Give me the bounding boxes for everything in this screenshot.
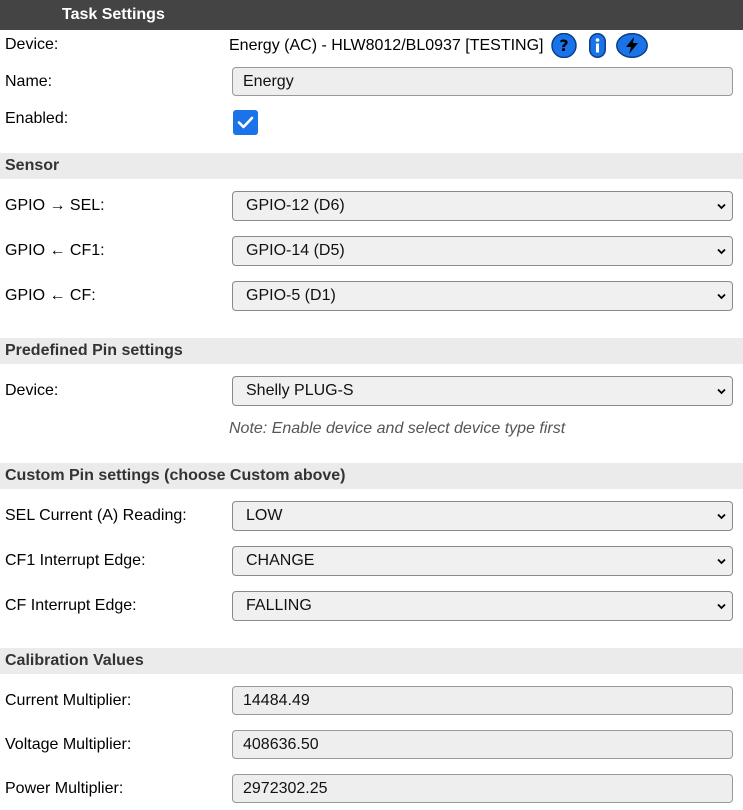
gpio-cf1-value: GPIO-14 (D5) [246, 242, 345, 259]
cf-edge-value: FALLING [246, 597, 312, 614]
cf1-edge-select[interactable]: CHANGE [232, 546, 733, 576]
calibration-section-header: Calibration Values [0, 648, 743, 674]
device-label: Device: [5, 36, 59, 53]
voltage-multiplier-label: Voltage Multiplier: [5, 736, 132, 753]
power-multiplier-label: Power Multiplier: [5, 780, 124, 797]
power-multiplier-input[interactable]: 2972302.25 [232, 774, 733, 803]
cf1-edge-label: CF1 Interrupt Edge: [5, 552, 146, 569]
header-title: Task Settings [62, 6, 165, 23]
enabled-checkbox[interactable] [233, 110, 258, 135]
gpio-sel-label: GPIO → SEL: [5, 197, 105, 214]
chevron-down-icon [717, 293, 726, 300]
predefined-section-header: Predefined Pin settings [0, 338, 743, 364]
predefined-device-label: Device: [5, 382, 59, 399]
gpio-cf-value: GPIO-5 (D1) [246, 287, 336, 304]
help-icon[interactable]: ? [551, 32, 577, 63]
sel-current-select[interactable]: LOW [232, 501, 733, 531]
gpio-cf1-label: GPIO ← CF1: [5, 242, 105, 259]
name-input[interactable]: Energy [232, 67, 733, 96]
chevron-down-icon [717, 513, 726, 520]
gpio-sel-value: GPIO-12 (D6) [246, 197, 345, 214]
chevron-down-icon [717, 558, 726, 565]
gpio-cf-label: GPIO ← CF: [5, 287, 96, 304]
gpio-cf1-select[interactable]: GPIO-14 (D5) [232, 236, 733, 266]
svg-text:?: ? [559, 36, 568, 55]
device-type-value: Energy (AC) - HLW8012/BL0937 [TESTING] [229, 37, 544, 54]
voltage-multiplier-input[interactable]: 408636.50 [232, 730, 733, 759]
lightning-icon[interactable] [616, 32, 648, 63]
sel-current-label: SEL Current (A) Reading: [5, 507, 187, 524]
gpio-cf-select[interactable]: GPIO-5 (D1) [232, 281, 733, 311]
task-settings-header: Task Settings [0, 0, 743, 30]
info-icon[interactable] [589, 33, 606, 63]
cf-edge-label: CF Interrupt Edge: [5, 597, 137, 614]
chevron-down-icon [717, 248, 726, 255]
chevron-down-icon [717, 203, 726, 210]
enabled-label: Enabled: [5, 110, 69, 127]
predefined-device-select[interactable]: Shelly PLUG-S [232, 376, 733, 406]
predefined-note: Note: Enable device and select device ty… [229, 420, 566, 437]
predefined-device-value: Shelly PLUG-S [246, 382, 354, 399]
cf-edge-select[interactable]: FALLING [232, 591, 733, 621]
sensor-section-header: Sensor [0, 153, 743, 179]
chevron-down-icon [717, 603, 726, 610]
cf1-edge-value: CHANGE [246, 552, 315, 569]
checkmark-icon [237, 116, 254, 129]
current-multiplier-label: Current Multiplier: [5, 692, 132, 709]
name-label: Name: [5, 73, 53, 90]
gpio-sel-select[interactable]: GPIO-12 (D6) [232, 191, 733, 221]
sel-current-value: LOW [246, 507, 283, 524]
current-multiplier-input[interactable]: 14484.49 [232, 686, 733, 715]
chevron-down-icon [717, 388, 726, 395]
custom-section-header: Custom Pin settings (choose Custom above… [0, 463, 743, 489]
